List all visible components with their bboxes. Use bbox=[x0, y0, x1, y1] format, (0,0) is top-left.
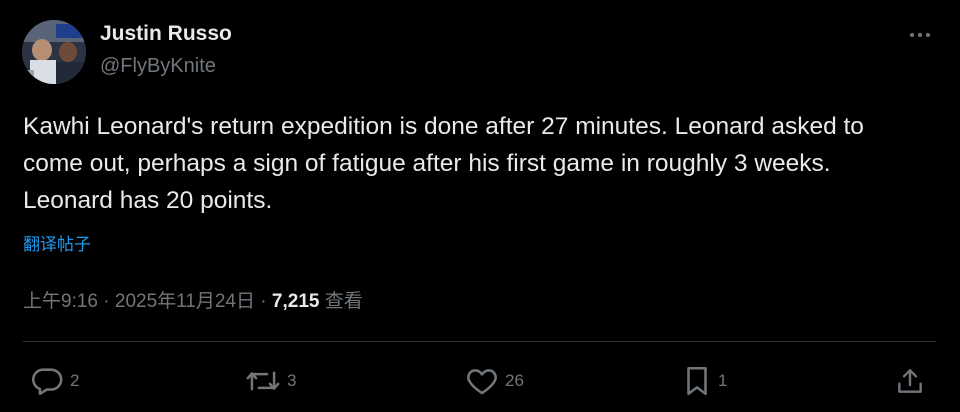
display-name[interactable]: Justin Russo bbox=[100, 22, 232, 46]
translate-link[interactable]: 翻译帖子 bbox=[23, 230, 91, 255]
avatar[interactable] bbox=[22, 20, 86, 84]
bookmark-icon bbox=[687, 366, 707, 396]
tweet-meta: 上午9:16 · 2025年11月24日 · 7,215 查看 bbox=[23, 286, 363, 313]
reply-button[interactable]: 2 bbox=[30, 363, 79, 399]
divider bbox=[23, 341, 936, 342]
like-button[interactable]: 26 bbox=[465, 363, 524, 399]
tweet-date[interactable]: 2025年11月24日 bbox=[115, 291, 255, 312]
more-dot bbox=[910, 33, 914, 37]
views-label: 查看 bbox=[324, 291, 363, 312]
share-button[interactable] bbox=[894, 363, 926, 399]
user-handle[interactable]: @FlyByKnite bbox=[100, 55, 216, 78]
tweet-time[interactable]: 上午9:16 bbox=[23, 291, 98, 312]
bookmark-button[interactable]: 1 bbox=[682, 363, 727, 399]
meta-separator: · bbox=[260, 291, 267, 312]
reply-icon bbox=[32, 368, 63, 396]
repost-button[interactable]: 3 bbox=[245, 363, 296, 399]
like-count: 26 bbox=[505, 371, 524, 390]
meta-separator: · bbox=[103, 291, 110, 312]
reply-count: 2 bbox=[70, 371, 80, 390]
share-icon bbox=[898, 369, 922, 393]
more-options-icon[interactable] bbox=[902, 20, 938, 50]
repost-icon bbox=[246, 371, 280, 391]
views-count: 7,215 bbox=[271, 291, 320, 312]
more-dot bbox=[918, 33, 922, 37]
more-dot bbox=[926, 33, 930, 37]
tweet-text: Kawhi Leonard's return expedition is don… bbox=[23, 113, 864, 214]
avatar-image bbox=[22, 20, 86, 84]
tweet-card: Justin Russo @FlyByKnite Kawhi Leonard's… bbox=[0, 0, 960, 412]
heart-icon bbox=[467, 369, 497, 395]
bookmark-count: 1 bbox=[718, 371, 728, 390]
repost-count: 3 bbox=[287, 371, 297, 390]
